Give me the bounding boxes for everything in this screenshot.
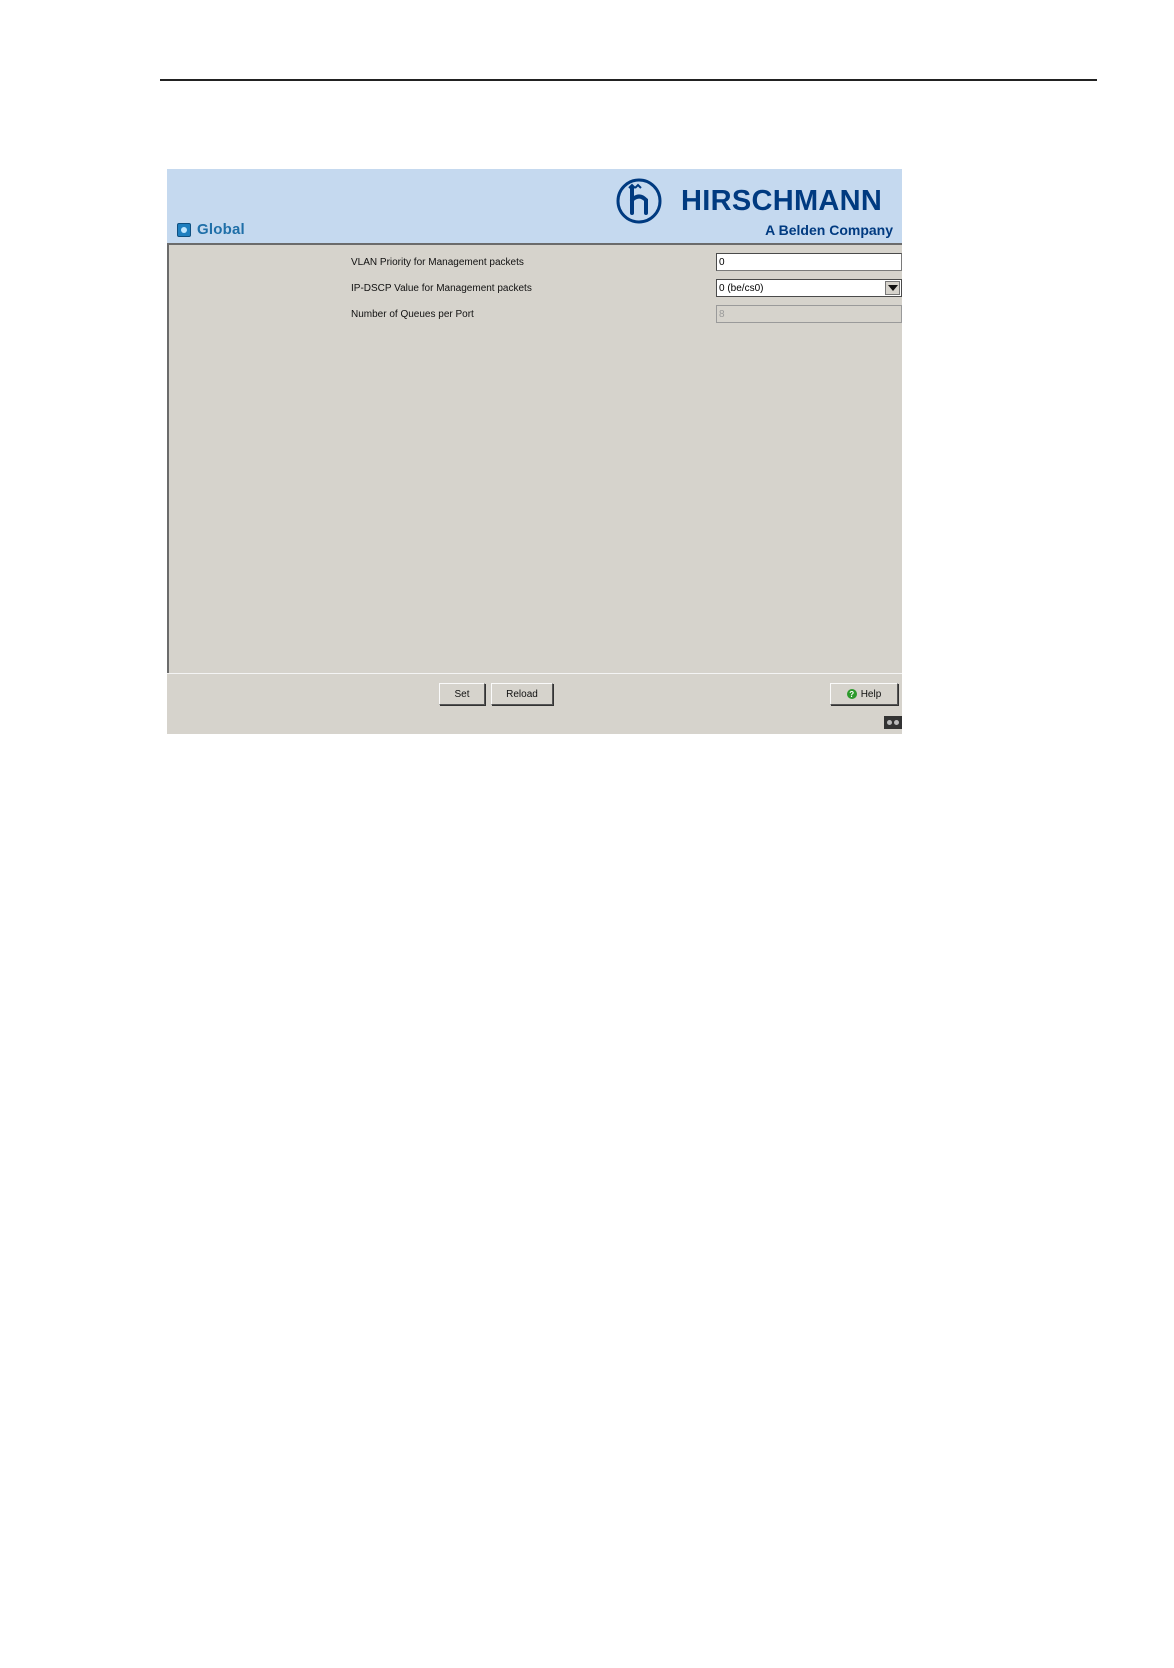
reload-button[interactable]: Reload xyxy=(491,683,553,705)
help-button-label: Help xyxy=(860,688,882,700)
brand-name: HIRSCHMANN xyxy=(681,185,883,217)
queues-field: 8 xyxy=(716,305,902,323)
content-panel: VLAN Priority for Management packets 0 I… xyxy=(167,245,902,673)
ip-dscp-row: IP-DSCP Value for Management packets 0 (… xyxy=(351,279,911,297)
app-window: Global HIRSCHMANN A Belden Company VLAN … xyxy=(167,169,902,734)
footer-bar: Set Reload ? Help xyxy=(167,673,902,734)
globe-icon xyxy=(177,222,191,237)
help-icon: ? xyxy=(846,689,857,699)
dropdown-arrow-icon[interactable] xyxy=(885,281,900,295)
header-bar: Global HIRSCHMANN A Belden Company xyxy=(167,169,902,245)
ip-dscp-select[interactable]: 0 (be/cs0) xyxy=(716,279,902,297)
queues-row: Number of Queues per Port 8 xyxy=(351,305,911,323)
vlan-priority-label: VLAN Priority for Management packets xyxy=(351,256,524,268)
vlan-priority-input[interactable]: 0 xyxy=(716,253,902,271)
hirschmann-logo-icon xyxy=(616,178,662,224)
page-title: Global xyxy=(197,221,245,238)
queues-value: 8 xyxy=(719,308,725,320)
ip-dscp-value: 0 (be/cs0) xyxy=(719,282,764,294)
queues-label: Number of Queues per Port xyxy=(351,308,474,320)
status-icon xyxy=(884,716,902,729)
vlan-priority-value: 0 xyxy=(719,256,725,268)
top-rule xyxy=(160,79,1097,81)
vlan-priority-row: VLAN Priority for Management packets 0 xyxy=(351,253,911,271)
ip-dscp-label: IP-DSCP Value for Management packets xyxy=(351,282,532,294)
page-title-group: Global xyxy=(177,221,245,238)
brand-subtitle: A Belden Company xyxy=(765,222,893,238)
set-button[interactable]: Set xyxy=(439,683,485,705)
help-button[interactable]: ? Help xyxy=(830,683,898,705)
